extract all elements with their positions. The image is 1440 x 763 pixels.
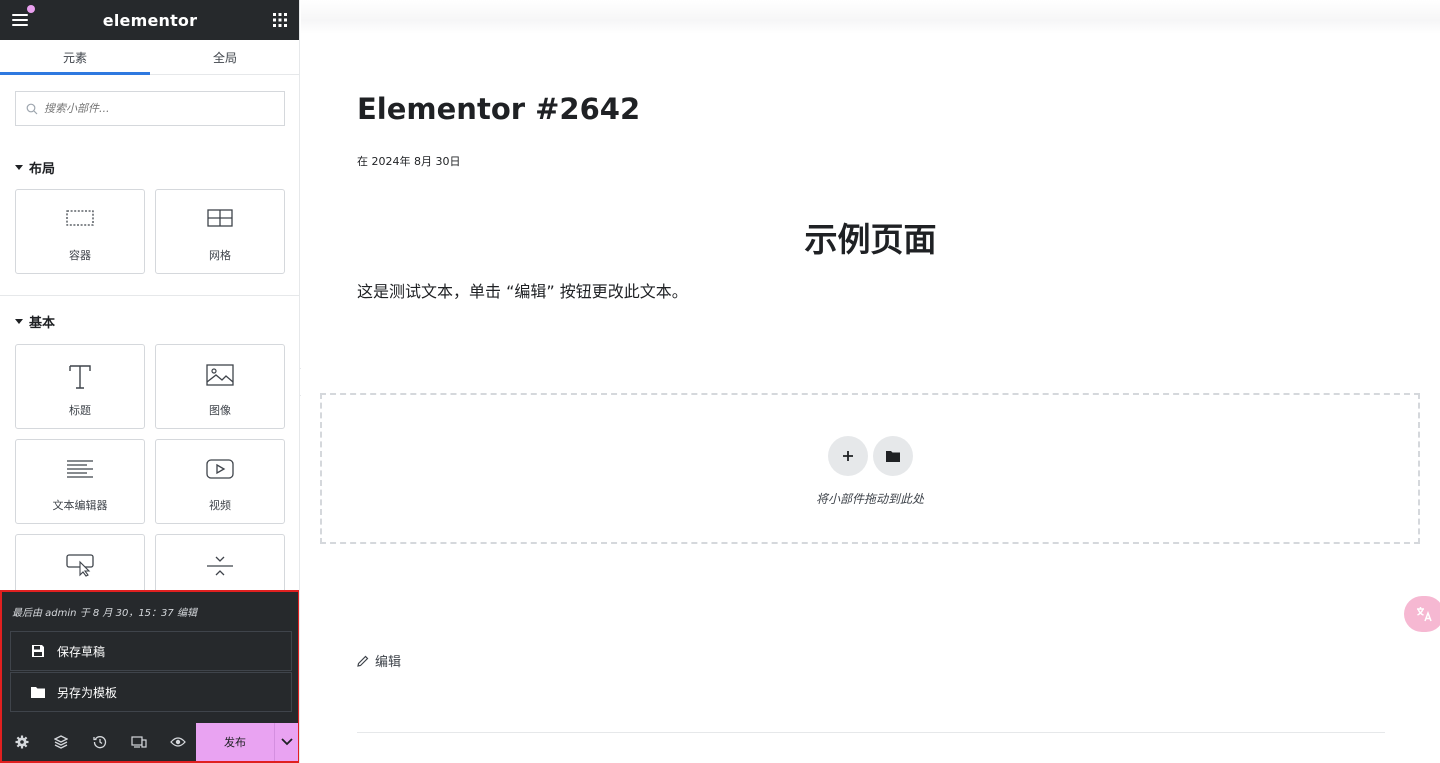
settings-button[interactable]: [2, 723, 41, 761]
translate-icon: [1417, 607, 1432, 622]
category-layout-title: 布局: [29, 162, 56, 177]
widget-label: 视频: [209, 499, 231, 512]
history-icon: [92, 736, 106, 749]
caret-down-icon: [15, 319, 23, 324]
elementor-logo: elementor: [102, 10, 198, 30]
panel-tabs: 元素 全局: [0, 40, 299, 75]
responsive-mode-button[interactable]: [119, 723, 158, 761]
save-draft-button[interactable]: 保存草稿: [10, 631, 292, 671]
history-button[interactable]: [80, 723, 119, 761]
eye-icon: [169, 737, 186, 747]
folder-icon: [31, 687, 45, 698]
tab-elements[interactable]: 元素: [0, 40, 150, 75]
widget-search: [15, 91, 285, 126]
hamburger-menu-icon[interactable]: [10, 5, 35, 29]
image-icon: [205, 363, 235, 389]
add-section-button[interactable]: [828, 436, 868, 476]
notification-dot: [27, 5, 35, 13]
devices-icon: [130, 736, 147, 748]
widget-video[interactable]: 视频: [155, 439, 285, 524]
widget-heading[interactable]: 标题: [15, 344, 145, 429]
edit-post-link[interactable]: 编辑: [357, 651, 401, 670]
plus-icon: [843, 451, 853, 461]
bottom-toolbar: 发布: [2, 723, 298, 761]
widget-drop-zone[interactable]: 将小部件拖动到此处: [320, 393, 1420, 544]
tab-global[interactable]: 全局: [150, 40, 299, 74]
category-basic-title: 基本: [29, 316, 56, 331]
button-icon: [65, 553, 95, 579]
divider-icon: [205, 553, 235, 579]
category-basic-toggle[interactable]: 基本: [15, 312, 55, 331]
container-icon: [65, 208, 95, 234]
add-template-button[interactable]: [873, 436, 913, 476]
folder-icon: [886, 451, 900, 462]
widget-label: 文本编辑器: [52, 499, 108, 512]
canvas-top-shadow: [301, 0, 1440, 34]
search-icon: [26, 103, 38, 115]
widget-container[interactable]: 容器: [15, 189, 145, 274]
search-input[interactable]: [44, 102, 264, 115]
widget-grid[interactable]: 网格: [155, 189, 285, 274]
save-as-template-label: 另存为模板: [57, 685, 118, 700]
widget-image[interactable]: 图像: [155, 344, 285, 429]
content-divider: [357, 732, 1385, 733]
text-editor-icon: [65, 458, 95, 484]
publish-footer-panel: 最后由 admin 于 8 月 30，15：37 编辑 保存草稿 另存为模板 发…: [0, 590, 299, 763]
navigator-button[interactable]: [41, 723, 80, 761]
pencil-icon: [357, 655, 369, 667]
category-layout-toggle[interactable]: 布局: [15, 158, 55, 177]
last-edited-text: 最后由 admin 于 8 月 30，15：37 编辑: [12, 608, 197, 619]
chevron-down-icon: [280, 738, 293, 746]
widget-text-editor[interactable]: 文本编辑器: [15, 439, 145, 524]
preview-button[interactable]: [158, 723, 197, 761]
text-paragraph[interactable]: 这是测试文本，单击 “编辑” 按钮更改此文本。: [357, 278, 688, 302]
save-icon: [32, 645, 44, 657]
widget-label: 网格: [209, 249, 231, 262]
translate-button[interactable]: [1404, 596, 1440, 632]
category-divider: [0, 295, 299, 296]
page-heading[interactable]: 示例页面: [301, 213, 1440, 261]
post-title: Elementor #2642: [357, 92, 641, 126]
video-icon: [205, 458, 235, 484]
grid-layout-icon: [205, 208, 235, 234]
widget-label: 图像: [209, 404, 231, 417]
layers-icon: [53, 735, 68, 749]
preview-canvas: Elementor #2642 在 2024年 8月 30日 示例页面 这是测试…: [301, 0, 1440, 763]
apps-grid-icon[interactable]: [273, 13, 287, 27]
publish-options-button[interactable]: [274, 723, 298, 761]
sidebar-topbar: elementor: [0, 0, 299, 40]
caret-down-icon: [15, 165, 23, 170]
widget-label: 标题: [69, 404, 91, 417]
post-date: 在 2024年 8月 30日: [357, 155, 461, 168]
editor-sidebar: elementor 元素 全局 布局 容器 网格: [0, 0, 300, 763]
save-as-template-button[interactable]: 另存为模板: [10, 672, 292, 712]
edit-link-label: 编辑: [375, 655, 402, 670]
heading-icon: [65, 363, 95, 389]
save-draft-label: 保存草稿: [57, 644, 106, 659]
drop-zone-text: 将小部件拖动到此处: [815, 492, 924, 506]
publish-button[interactable]: 发布: [196, 723, 274, 761]
widget-label: 容器: [69, 249, 91, 262]
gear-icon: [15, 735, 28, 749]
